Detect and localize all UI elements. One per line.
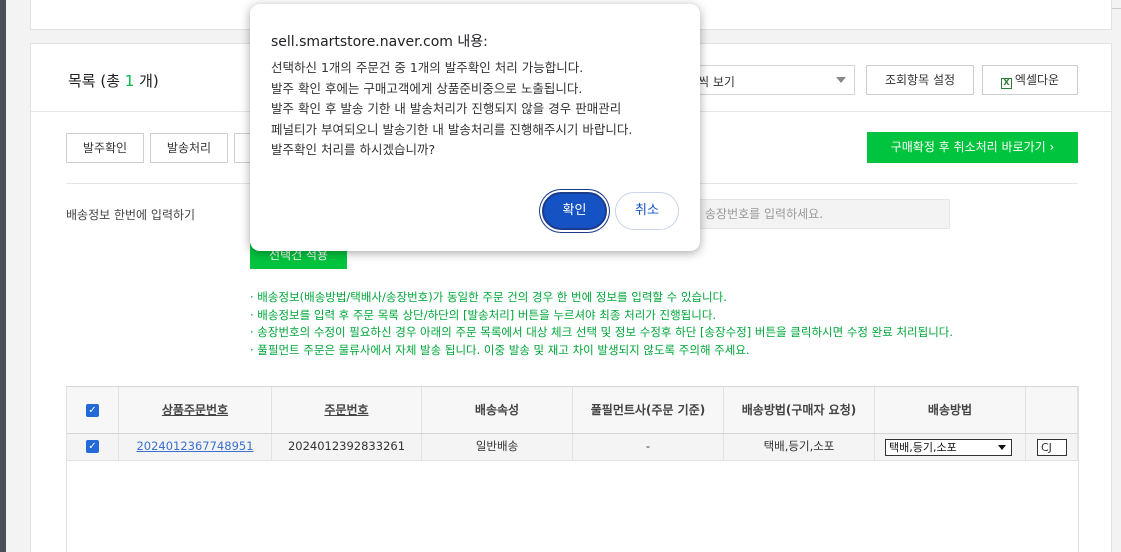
- order-table: ✓ 상품주문번호 주문번호 배송속성 풀필먼트사(주문 기준) 배송방법(구매자…: [66, 386, 1079, 552]
- notice-item: · 배송정보(배송방법/택배사/송장번호)가 동일한 주문 건의 경우 한 번에…: [250, 290, 727, 304]
- select-all-checkbox[interactable]: ✓: [86, 404, 99, 417]
- list-title: 목록 (총 1 개): [68, 70, 159, 91]
- order-no: 2024012392833261: [272, 434, 422, 460]
- courier-cell: CJ: [1026, 434, 1078, 460]
- list-title-suffix: 개): [134, 72, 159, 90]
- excel-download-label: 엑셀다운: [1014, 73, 1060, 87]
- ship-method-request: 택배,등기,소포: [724, 434, 875, 460]
- notice-item: · 배송정보를 입력 후 주문 목록 상단/하단의 [발송처리] 버튼을 누르셔…: [250, 307, 717, 322]
- header-fulfillment: 풀필먼트사(주문 기준): [573, 387, 724, 433]
- cancel-after-purchase-button[interactable]: 구매확정 후 취소처리 바로가기 ›: [867, 132, 1078, 163]
- chevron-down-icon: [836, 77, 846, 83]
- header-ship-attr: 배송속성: [422, 387, 573, 433]
- column-settings-button[interactable]: 조회항목 설정: [866, 65, 974, 95]
- header-ship-method: 배송방법: [875, 387, 1026, 433]
- row-checkbox-cell[interactable]: ✓: [67, 434, 119, 460]
- ship-method-select[interactable]: 택배,등기,소포: [885, 439, 1012, 456]
- dialog-message: 선택하신 1개의 주문건 중 1개의 발주확인 처리 가능합니다. 발주 확인 …: [271, 60, 633, 157]
- list-count: 1: [124, 72, 135, 90]
- ship-attr: 일반배송: [422, 434, 573, 460]
- top-divider: [1112, 8, 1121, 9]
- notice-list: · 배송정보(배송방법/택배사/송장번호)가 동일한 주문 건의 경우 한 번에…: [250, 289, 953, 359]
- row-checkbox[interactable]: ✓: [86, 440, 99, 453]
- dialog-cancel-button[interactable]: 취소: [615, 192, 679, 230]
- ship-info-label: 배송정보 한번에 입력하기: [66, 208, 196, 222]
- header-product-order-no[interactable]: 상품주문번호: [119, 387, 272, 433]
- ship-method-value: 택배,등기,소포: [889, 441, 957, 454]
- tracking-number-input[interactable]: 송장번호를 입력하세요.: [696, 199, 950, 229]
- ship-button[interactable]: 발송처리: [150, 133, 228, 163]
- notice-item: · 송장번호의 수정이 필요하신 경우 아래의 주문 목록에서 대상 체크 선택…: [250, 325, 954, 340]
- fulfillment: -: [573, 434, 724, 460]
- notice-item: · 풀필먼트 주문은 물류사에서 자체 발송 됩니다. 이중 발송 및 재고 차…: [250, 342, 750, 357]
- header-order-no[interactable]: 주문번호: [272, 387, 422, 433]
- header-label: 상품주문번호: [161, 403, 229, 417]
- excel-icon: X: [1000, 78, 1012, 89]
- confirm-dialog: sell.smartstore.naver.com 내용: 선택하신 1개의 주…: [250, 4, 700, 251]
- table-row: ✓ 2024012367748951 2024012392833261 일반배송…: [67, 434, 1078, 461]
- table-header: ✓ 상품주문번호 주문번호 배송속성 풀필먼트사(주문 기준) 배송방법(구매자…: [67, 386, 1078, 434]
- courier-select[interactable]: CJ: [1037, 439, 1067, 456]
- product-order-no-link[interactable]: 2024012367748951: [119, 434, 272, 460]
- confirm-order-button[interactable]: 발주확인: [66, 133, 144, 163]
- dialog-ok-button[interactable]: 확인: [542, 192, 607, 230]
- ship-method-cell: 택배,등기,소포: [875, 434, 1026, 460]
- dialog-title: sell.smartstore.naver.com 내용:: [271, 34, 488, 50]
- chevron-down-icon: [998, 445, 1006, 450]
- excel-download-button[interactable]: X 엑셀다운: [982, 65, 1078, 95]
- list-title-prefix: 목록 (총: [68, 72, 125, 90]
- header-checkbox-cell[interactable]: ✓: [67, 387, 119, 433]
- header-ship-method-request: 배송방법(구매자 요청): [724, 387, 875, 433]
- page-size-value: 씩 보기: [698, 75, 735, 89]
- header-courier: [1026, 387, 1078, 433]
- left-sidebar-edge: [0, 0, 6, 552]
- header-label: 주문번호: [324, 403, 369, 417]
